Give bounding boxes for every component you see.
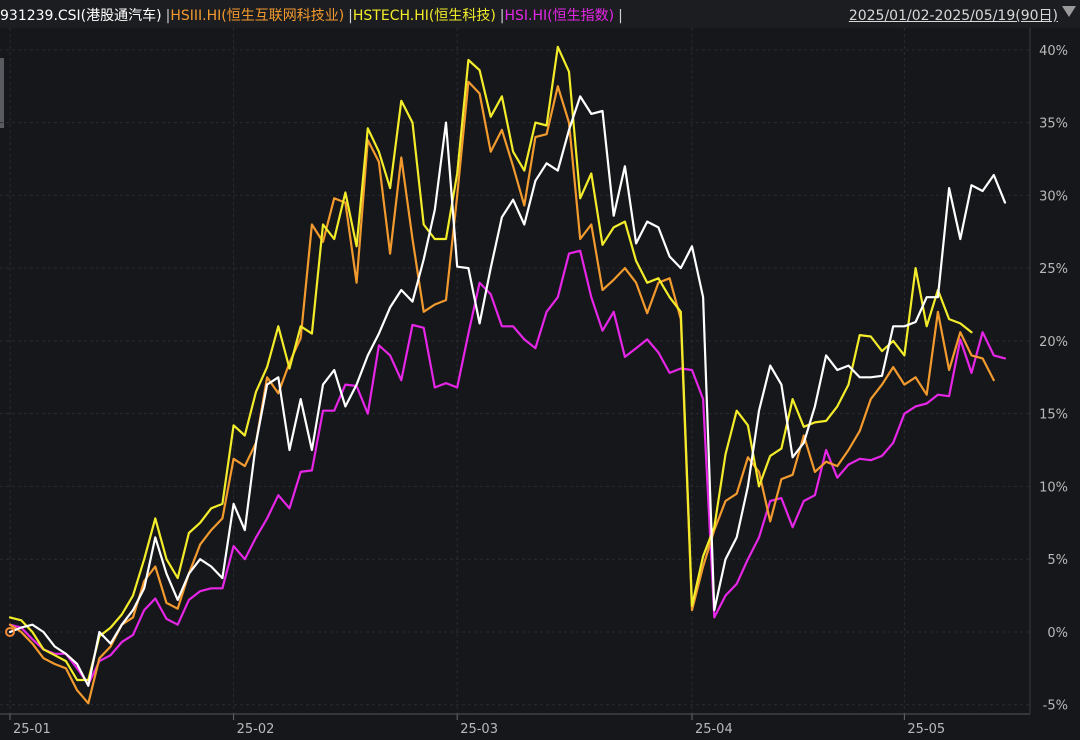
y-tick-label: 5% xyxy=(1047,553,1068,568)
y-tick-label: -5% xyxy=(1043,699,1068,714)
series-lines xyxy=(8,45,1007,705)
series-line-0 xyxy=(8,249,1007,686)
x-tick-label: 25-04 xyxy=(695,722,733,737)
legend-item-hsi[interactable]: HSI.HI(恒生指数) xyxy=(505,8,615,24)
series-line-3 xyxy=(8,95,1007,687)
x-tick-label: 25-05 xyxy=(907,722,945,737)
x-tick-label: 25-03 xyxy=(460,722,498,737)
x-tick-label: 25-02 xyxy=(237,722,275,737)
x-tick-labels: 25-01 25-02 25-03 25-04 25-05 xyxy=(13,722,945,737)
y-tick-label: 40% xyxy=(1039,44,1068,59)
y-tick-labels: -5% 0% 5% 10% 15% 20% 25% 30% 35% 40% xyxy=(1039,44,1068,714)
y-tick-label: 25% xyxy=(1039,262,1068,277)
y-tick-label: 30% xyxy=(1039,189,1068,204)
y-tick-label: 15% xyxy=(1039,408,1068,423)
legend-item-hsiii[interactable]: HSIII.HI(恒生互联网科技业) xyxy=(170,8,344,24)
x-tick-label: 25-01 xyxy=(13,722,51,737)
legend-item-hstech[interactable]: HSTECH.HI(恒生科技) xyxy=(353,8,496,24)
legend-separator: | xyxy=(618,8,623,24)
grid-lines xyxy=(0,28,1030,714)
date-range-selector[interactable]: 2025/01/02-2025/05/19(90日) xyxy=(849,5,1058,25)
y-tick-label: 10% xyxy=(1039,480,1068,495)
chart-header: 931239.CSI(港股通汽车) |HSIII.HI(恒生互联网科技业) |HST… xyxy=(0,0,1080,28)
series-line-1 xyxy=(8,80,995,705)
y-tick-label: 0% xyxy=(1047,626,1068,641)
line-chart: -5%0%5%10%15%20%25%30%35%40% 25-01 25-02 2… xyxy=(0,28,1068,737)
series-line-2 xyxy=(8,45,973,682)
triangle-down-icon[interactable] xyxy=(1062,6,1076,17)
y-tick-label: 35% xyxy=(1039,117,1068,132)
legend-item-931239[interactable]: 931239.CSI(港股通汽车) xyxy=(0,8,162,24)
y-tick-label: 20% xyxy=(1039,335,1068,350)
series-legend: 931239.CSI(港股通汽车) |HSIII.HI(恒生互联网科技业) |HST… xyxy=(0,5,623,25)
axes xyxy=(0,28,1031,720)
